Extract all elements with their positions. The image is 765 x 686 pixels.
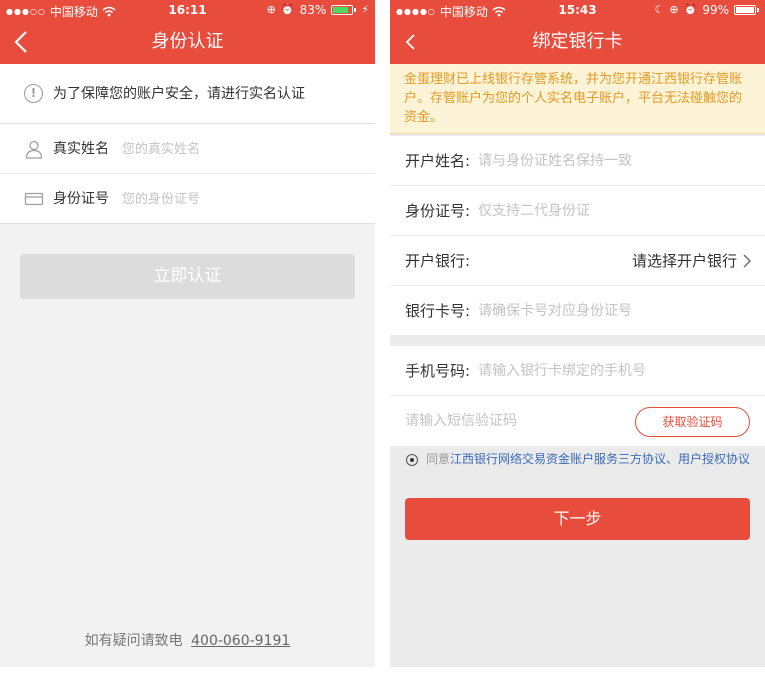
- support-footer: 如有疑问请致电 400-060-9191: [0, 630, 375, 650]
- sms-code-input[interactable]: [405, 406, 605, 436]
- status-bar: ●●●●○ 中国移动 15:43 ☾ ⊕ ⏰ 99%: [390, 0, 765, 20]
- battery-percent: 83%: [299, 3, 327, 17]
- agree-radio[interactable]: [406, 454, 418, 466]
- chevron-right-icon: [743, 254, 751, 268]
- notice-text: 为了保障您的账户安全，请进行实名认证: [53, 86, 305, 102]
- identity-verify-screen: ●●●○○ 中国移动 16:11 ⊕ ⏰ 83% ⚡ 身份认证 ! 为了保障您的…: [0, 0, 375, 667]
- real-name-label: 真实姓名: [53, 141, 109, 157]
- phone-row: 手机号码:: [390, 346, 765, 396]
- user-icon: [25, 140, 43, 159]
- id-number-label: 身份证号:: [405, 202, 471, 220]
- bank-info-card: 开户姓名: 身份证号: 开户银行: 请选择开户银行 银行卡号:: [390, 136, 765, 335]
- verification-card: 手机号码: 获取验证码: [390, 346, 765, 446]
- bank-label: 开户银行:: [405, 252, 471, 270]
- battery-icon: [331, 5, 354, 15]
- identity-form: 真实姓名 身份证号: [0, 124, 375, 224]
- card-number-input[interactable]: [478, 296, 748, 326]
- status-bar: ●●●○○ 中国移动 16:11 ⊕ ⏰ 83% ⚡: [0, 0, 375, 20]
- support-text: 如有疑问请致电: [84, 633, 183, 649]
- id-number-row: 身份证号:: [390, 186, 765, 236]
- bank-select[interactable]: 请选择开户银行: [632, 236, 753, 286]
- exclamation-circle-icon: !: [24, 84, 43, 103]
- bind-bank-card-screen: ●●●●○ 中国移动 15:43 ☾ ⊕ ⏰ 99% 绑定银行卡 金蛋理财已上线…: [390, 0, 765, 667]
- real-name-row: 真实姓名: [0, 124, 375, 174]
- card-number-row: 银行卡号:: [390, 286, 765, 336]
- next-step-button[interactable]: 下一步: [405, 498, 750, 540]
- id-card-icon: [24, 192, 44, 206]
- battery-tip: [757, 8, 759, 12]
- moon-icon: ☾: [654, 3, 665, 16]
- id-number-input[interactable]: [478, 196, 748, 226]
- get-code-button[interactable]: 获取验证码: [635, 407, 750, 437]
- bank-select-value: 请选择开户银行: [631, 252, 737, 270]
- holder-name-row: 开户姓名:: [390, 136, 765, 186]
- card-number-label: 银行卡号:: [405, 302, 471, 320]
- alarm-icon: ⏰: [280, 3, 295, 16]
- holder-name-input[interactable]: [478, 146, 748, 176]
- agreement: 同意江西银行网络交易资金账户服务三方协议、用户授权协议: [406, 452, 751, 467]
- id-number-row: 身份证号: [0, 174, 375, 224]
- security-notice: ! 为了保障您的账户安全，请进行实名认证: [0, 64, 375, 124]
- verify-now-button[interactable]: 立即认证: [20, 254, 355, 299]
- rotation-lock-icon: ⊕: [669, 3, 679, 16]
- battery-level: [736, 7, 754, 13]
- alarm-icon: ⏰: [683, 3, 698, 16]
- battery-tip: [354, 8, 357, 12]
- nav-bar: 身份认证: [0, 20, 375, 64]
- page-title: 身份认证: [151, 31, 224, 52]
- real-name-input[interactable]: [122, 134, 352, 164]
- agree-prefix: 同意: [426, 452, 451, 466]
- battery-percent: 99%: [702, 3, 729, 17]
- phone-label: 手机号码:: [405, 362, 471, 380]
- phone-input[interactable]: [478, 356, 748, 386]
- bank-select-row[interactable]: 开户银行: 请选择开户银行: [390, 236, 765, 286]
- page-title: 绑定银行卡: [532, 31, 623, 52]
- battery-icon: [734, 5, 756, 15]
- battery-level: [333, 7, 348, 13]
- id-number-input[interactable]: [122, 184, 352, 214]
- sms-code-row: 获取验证码: [390, 396, 765, 446]
- charging-bolt-icon: ⚡: [361, 3, 369, 16]
- custody-notice-banner: 金蛋理财已上线银行存管系统，并为您开通江西银行存管账户。存管账户为您的个人实名电…: [390, 64, 765, 134]
- id-number-label: 身份证号: [53, 191, 109, 207]
- rotation-lock-icon: ⊕: [266, 3, 276, 16]
- nav-bar: 绑定银行卡: [390, 20, 765, 64]
- holder-name-label: 开户姓名:: [405, 152, 471, 170]
- support-phone-link[interactable]: 400-060-9191: [191, 633, 290, 649]
- agreement-link[interactable]: 江西银行网络交易资金账户服务三方协议、用户授权协议: [450, 452, 750, 466]
